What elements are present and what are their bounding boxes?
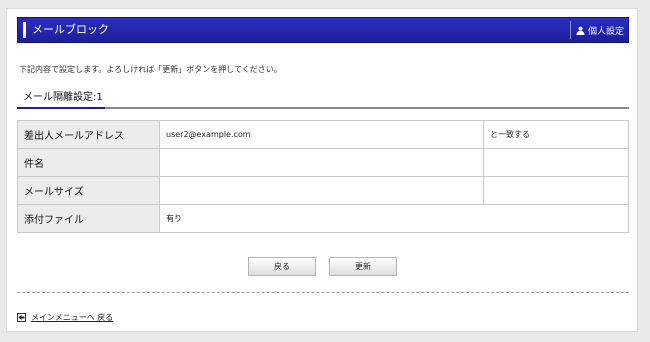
user-icon	[576, 26, 585, 35]
button-row: 戻る 更新	[7, 257, 639, 277]
divider	[17, 292, 629, 293]
page-container: メールブロック 個人設定 下記内容で設定します。よろしければ「更新」ボタンを押し…	[6, 8, 638, 332]
section-title: メール隔離設定:1	[23, 92, 103, 103]
instruction-text: 下記内容で設定します。よろしければ「更新」ボタンを押してください。	[19, 65, 282, 74]
main-menu-link[interactable]: メインメニューへ 戻る	[17, 311, 113, 323]
subject-value	[159, 148, 484, 177]
section-header: メール隔離設定:1	[17, 91, 629, 109]
sender-address-value: user2@example.com	[159, 120, 484, 149]
subject-label: 件名	[17, 148, 160, 177]
table-row: メールサイズ	[17, 176, 629, 205]
back-button[interactable]: 戻る	[248, 257, 316, 276]
mail-size-condition	[483, 176, 629, 205]
section-underline	[17, 107, 105, 109]
back-arrow-icon	[17, 312, 26, 322]
sender-address-label: 差出人メールアドレス	[17, 120, 160, 149]
mail-size-label: メールサイズ	[17, 176, 160, 205]
subject-condition	[483, 148, 629, 177]
personal-settings-label: 個人設定	[587, 26, 624, 37]
header-bar: メールブロック 個人設定	[17, 17, 629, 43]
mail-size-value	[159, 176, 484, 205]
main-menu-link-label: メインメニューへ 戻る	[31, 312, 114, 322]
table-row: 件名	[17, 148, 629, 177]
table-row: 差出人メールアドレス user2@example.com と一致する	[17, 120, 629, 149]
sender-match-condition: と一致する	[483, 120, 629, 149]
header-separator	[570, 21, 571, 39]
settings-table: 差出人メールアドレス user2@example.com と一致する 件名 メー…	[17, 120, 629, 233]
attachment-value: 有り	[159, 204, 629, 233]
personal-settings-link[interactable]: 個人設定	[576, 23, 624, 37]
attachment-label: 添付ファイル	[17, 204, 160, 233]
page-title: メールブロック	[32, 23, 109, 36]
header-accent	[23, 22, 26, 38]
table-row: 添付ファイル 有り	[17, 204, 629, 233]
update-button[interactable]: 更新	[329, 257, 397, 276]
